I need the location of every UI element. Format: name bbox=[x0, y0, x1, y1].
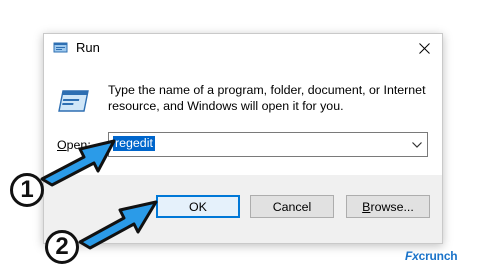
description-text: Type the name of a program, folder, docu… bbox=[108, 83, 426, 113]
close-button[interactable] bbox=[406, 34, 442, 62]
browse-button[interactable]: Browse... bbox=[346, 195, 430, 218]
logo-crunch: crunch bbox=[418, 249, 458, 263]
browse-accesskey: B bbox=[362, 199, 371, 214]
logo-fx: Fx bbox=[405, 249, 419, 263]
ok-button[interactable]: OK bbox=[156, 195, 240, 218]
watermark-logo: Fxcrunch bbox=[405, 249, 458, 263]
run-icon bbox=[57, 89, 90, 115]
open-combobox[interactable]: regedit bbox=[108, 132, 428, 157]
dropdown-button[interactable] bbox=[407, 133, 427, 156]
arrow-step-2-icon bbox=[78, 200, 158, 250]
arrow-step-1-icon bbox=[40, 139, 116, 187]
cancel-button[interactable]: Cancel bbox=[250, 195, 334, 218]
close-icon bbox=[418, 42, 430, 54]
step-1-badge: 1 bbox=[10, 173, 44, 207]
window-title: Run bbox=[76, 40, 100, 55]
browse-label-rest: rowse... bbox=[370, 199, 414, 214]
run-app-icon bbox=[53, 41, 69, 55]
chevron-down-icon bbox=[412, 141, 422, 148]
title-bar: Run bbox=[44, 34, 442, 62]
step-2-badge: 2 bbox=[45, 230, 79, 264]
